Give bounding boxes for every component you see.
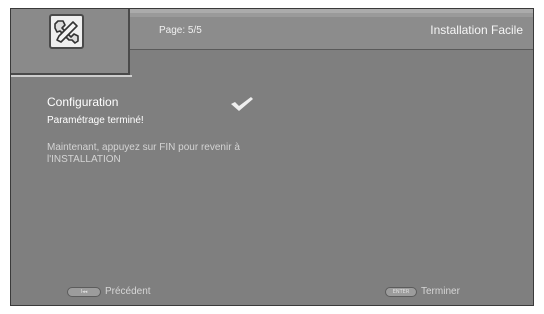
enter-key-icon: ENTER [385, 286, 417, 297]
status-message: Paramétrage terminé! [47, 115, 144, 126]
icon-panel [11, 9, 130, 75]
previous-button[interactable]: I◂◂ Précédent [67, 286, 151, 297]
previous-label: Précédent [105, 286, 151, 297]
setup-screen: Page: 5/5 Installation Facile Configurat… [10, 8, 534, 306]
finish-label: Terminer [421, 286, 460, 297]
menu-title: Installation Facile [430, 23, 523, 37]
section-title: Configuration [47, 95, 119, 109]
previous-key-icon: I◂◂ [67, 286, 101, 297]
checkmark-icon [229, 95, 255, 113]
page-indicator: Page: 5/5 [159, 25, 202, 36]
finish-button[interactable]: ENTER Terminer [385, 286, 460, 297]
icon-panel-divider [11, 75, 132, 77]
wrench-icon [49, 14, 84, 49]
instruction-text: Maintenant, appuyez sur FIN pour revenir… [47, 142, 240, 165]
